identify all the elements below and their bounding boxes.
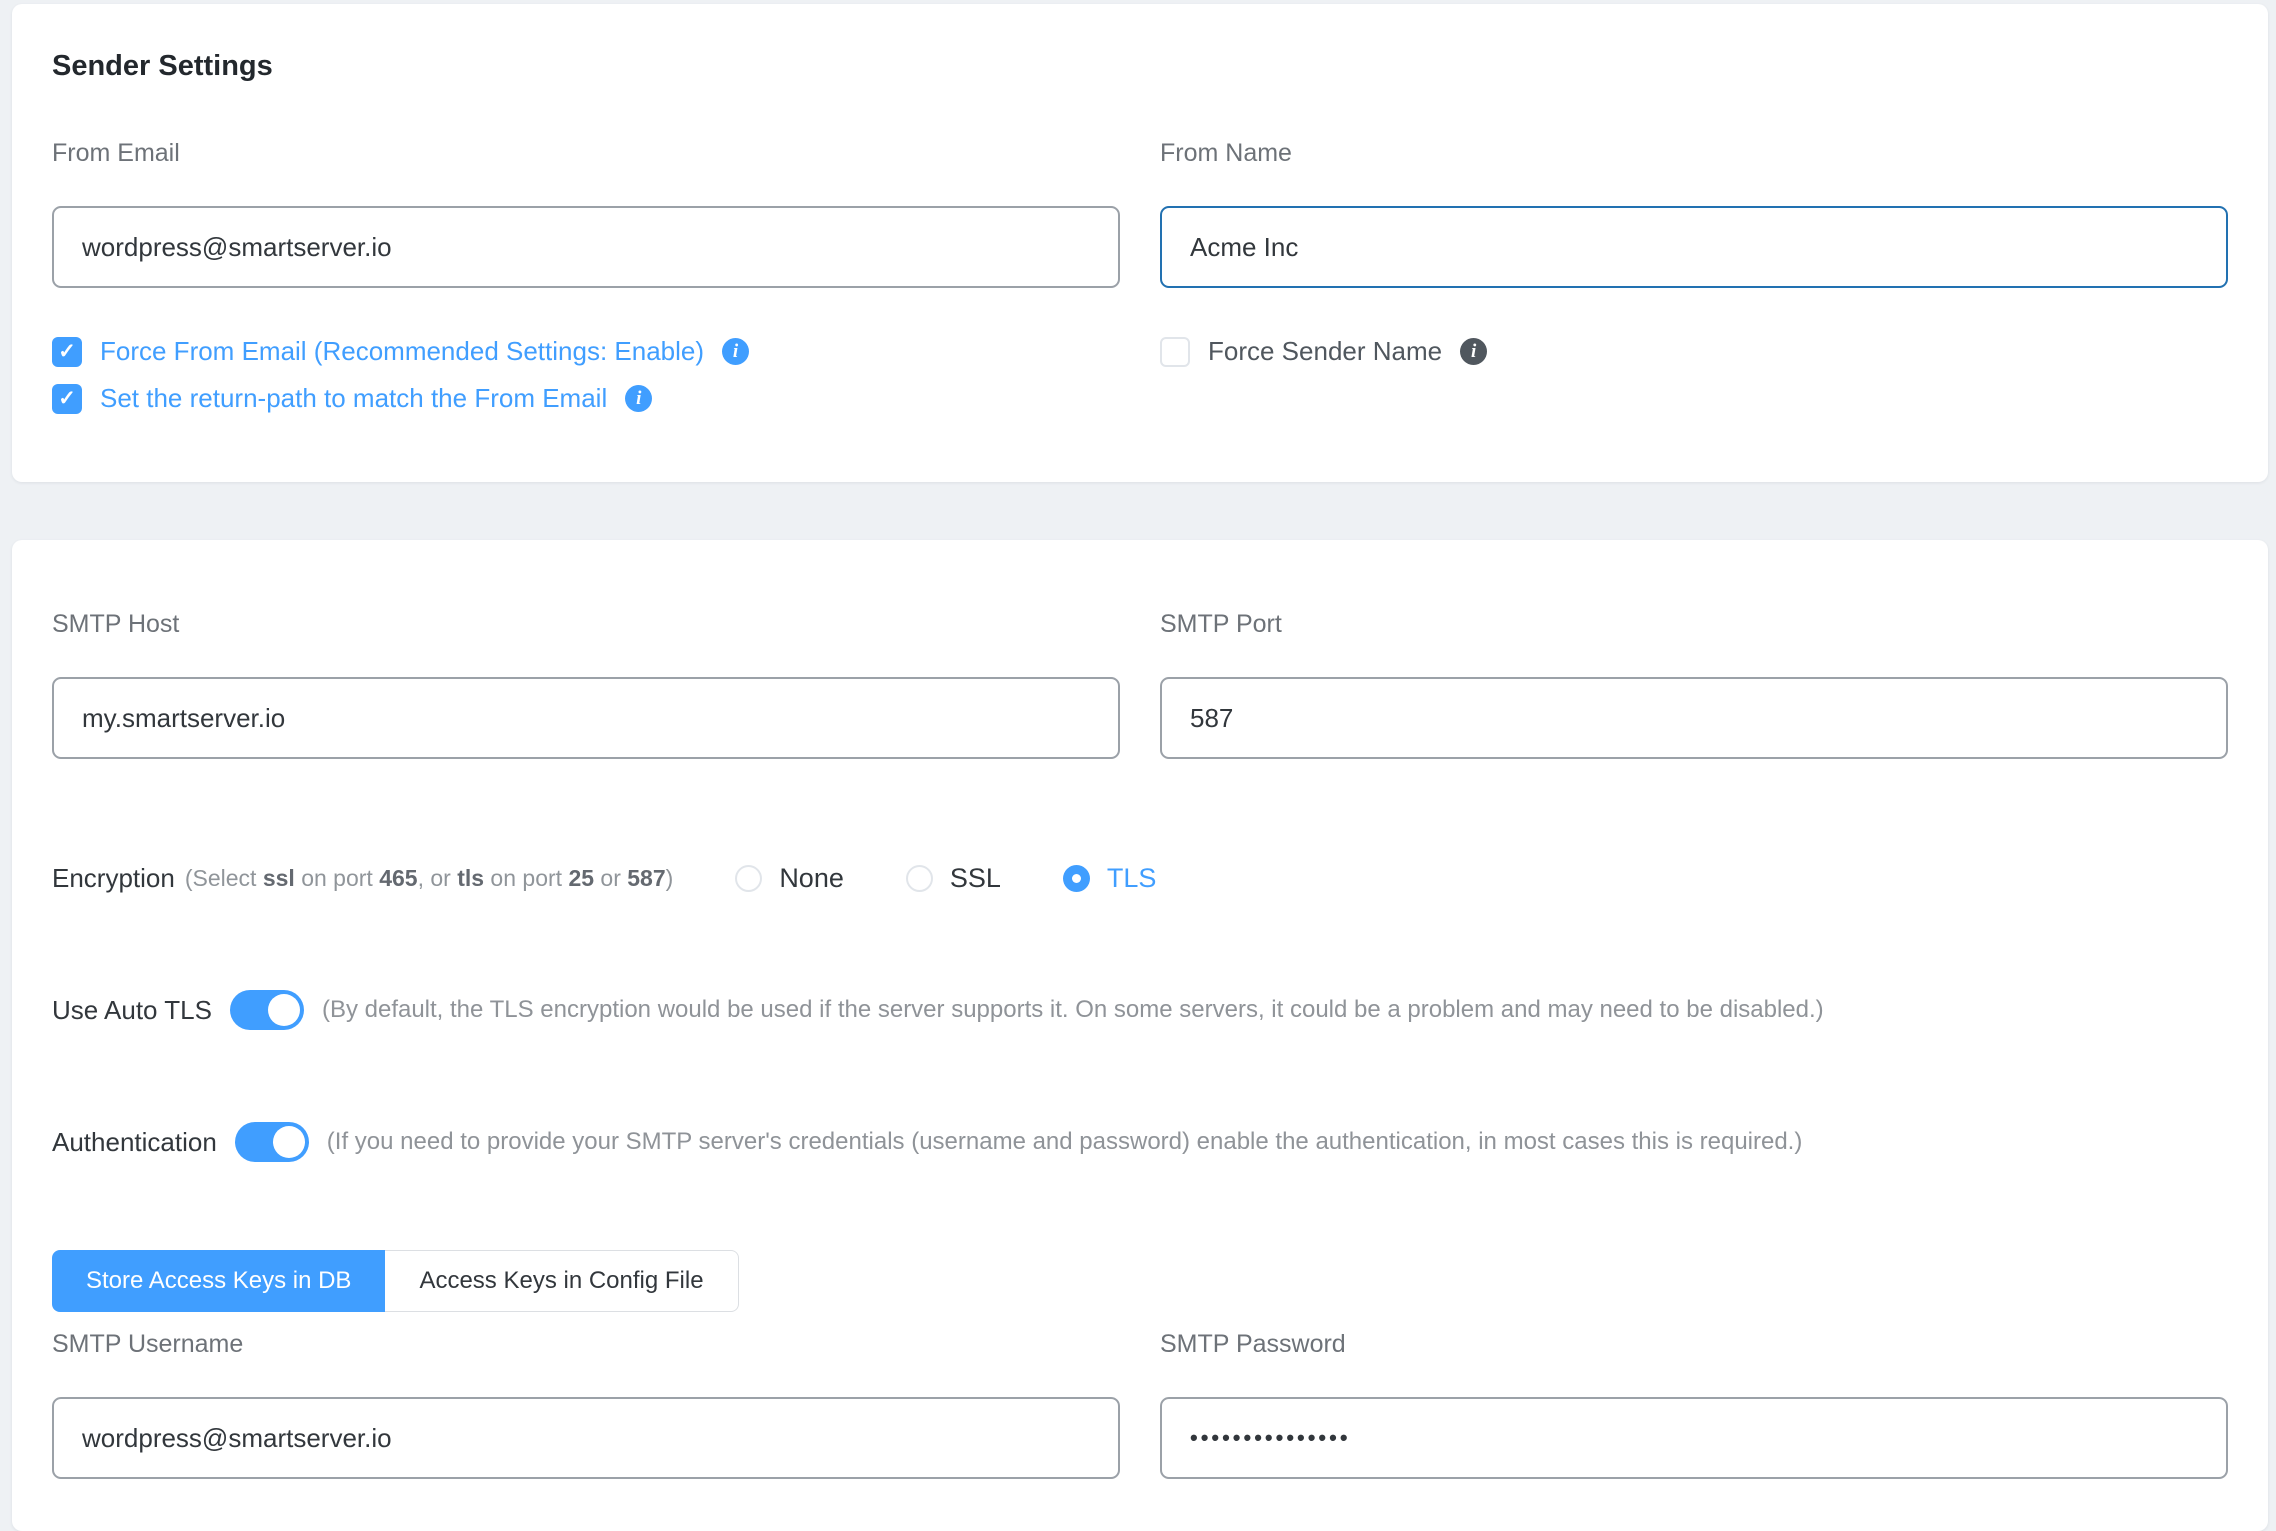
return-path-checkbox-row[interactable]: ✓ Set the return-path to match the From … bbox=[52, 383, 1120, 414]
smtp-settings-card: SMTP Host SMTP Port Encryption (Select s… bbox=[12, 540, 2268, 1531]
encryption-option-none[interactable]: None bbox=[735, 863, 844, 894]
check-tick-icon: ✓ bbox=[58, 388, 76, 409]
smtp-settings-page: Sender Settings From Email From Name ✓ F… bbox=[0, 0, 2276, 1531]
encryption-option-tls[interactable]: TLS bbox=[1063, 863, 1157, 894]
auto-tls-row: Use Auto TLS (By default, the TLS encryp… bbox=[52, 990, 2228, 1030]
encryption-label: Encryption bbox=[52, 863, 175, 894]
key-storage-tabs: Store Access Keys in DB Access Keys in C… bbox=[52, 1250, 2228, 1312]
auto-tls-label: Use Auto TLS bbox=[52, 995, 212, 1026]
smtp-port-label: SMTP Port bbox=[1160, 610, 2228, 639]
checkbox-checked-icon[interactable]: ✓ bbox=[52, 337, 82, 367]
from-name-field: From Name bbox=[1160, 139, 2228, 288]
check-tick-icon: ✓ bbox=[58, 341, 76, 362]
smtp-password-label: SMTP Password bbox=[1160, 1330, 2228, 1359]
encryption-ssl-label: SSL bbox=[950, 863, 1001, 894]
force-from-email-label: Force From Email (Recommended Settings: … bbox=[100, 336, 704, 367]
force-from-email-checkbox-row[interactable]: ✓ Force From Email (Recommended Settings… bbox=[52, 336, 1120, 367]
from-email-field: From Email bbox=[52, 139, 1120, 288]
from-email-input[interactable] bbox=[52, 206, 1120, 288]
smtp-password-field: SMTP Password bbox=[1160, 1330, 2228, 1479]
smtp-username-field: SMTP Username bbox=[52, 1330, 1120, 1479]
from-email-label: From Email bbox=[52, 139, 1120, 168]
authentication-row: Authentication (If you need to provide y… bbox=[52, 1122, 2228, 1162]
smtp-username-label: SMTP Username bbox=[52, 1330, 1120, 1359]
info-icon[interactable]: i bbox=[1460, 338, 1487, 365]
auto-tls-toggle[interactable] bbox=[230, 990, 304, 1030]
smtp-host-label: SMTP Host bbox=[52, 610, 1120, 639]
from-email-options: ✓ Force From Email (Recommended Settings… bbox=[52, 336, 1120, 430]
encryption-option-ssl[interactable]: SSL bbox=[906, 863, 1001, 894]
force-sender-name-checkbox-row[interactable]: Force Sender Name i bbox=[1160, 336, 2228, 367]
from-name-label: From Name bbox=[1160, 139, 2228, 168]
smtp-host-input[interactable] bbox=[52, 677, 1120, 759]
checkbox-checked-icon[interactable]: ✓ bbox=[52, 384, 82, 414]
smtp-port-field: SMTP Port bbox=[1160, 610, 2228, 759]
info-icon[interactable]: i bbox=[625, 385, 652, 412]
smtp-username-input[interactable] bbox=[52, 1397, 1120, 1479]
checkbox-unchecked-icon[interactable] bbox=[1160, 337, 1190, 367]
authentication-description: (If you need to provide your SMTP server… bbox=[327, 1128, 1803, 1156]
sender-settings-title: Sender Settings bbox=[52, 50, 2228, 83]
encryption-none-label: None bbox=[779, 863, 844, 894]
force-sender-name-label: Force Sender Name bbox=[1208, 336, 1442, 367]
encryption-radio-group: None SSL TLS bbox=[735, 863, 1156, 894]
toggle-knob bbox=[273, 1126, 305, 1158]
radio-selected-icon bbox=[1063, 865, 1090, 892]
smtp-port-input[interactable] bbox=[1160, 677, 2228, 759]
smtp-host-field: SMTP Host bbox=[52, 610, 1120, 759]
tab-store-keys-in-db[interactable]: Store Access Keys in DB bbox=[52, 1250, 385, 1312]
return-path-label: Set the return-path to match the From Em… bbox=[100, 383, 607, 414]
encryption-row: Encryption (Select ssl on port 465, or t… bbox=[52, 863, 2228, 894]
info-icon[interactable]: i bbox=[722, 338, 749, 365]
radio-unselected-icon bbox=[735, 865, 762, 892]
encryption-hint: (Select ssl on port 465, or tls on port … bbox=[185, 865, 673, 892]
encryption-tls-label: TLS bbox=[1107, 863, 1157, 894]
radio-unselected-icon bbox=[906, 865, 933, 892]
auto-tls-description: (By default, the TLS encryption would be… bbox=[322, 996, 1824, 1024]
from-name-input[interactable] bbox=[1160, 206, 2228, 288]
authentication-label: Authentication bbox=[52, 1127, 217, 1158]
smtp-password-input[interactable] bbox=[1160, 1397, 2228, 1479]
sender-settings-card: Sender Settings From Email From Name ✓ F… bbox=[12, 4, 2268, 482]
authentication-toggle[interactable] bbox=[235, 1122, 309, 1162]
tab-keys-in-config-file[interactable]: Access Keys in Config File bbox=[385, 1250, 738, 1312]
sender-name-options: Force Sender Name i bbox=[1160, 336, 2228, 430]
toggle-knob bbox=[268, 994, 300, 1026]
